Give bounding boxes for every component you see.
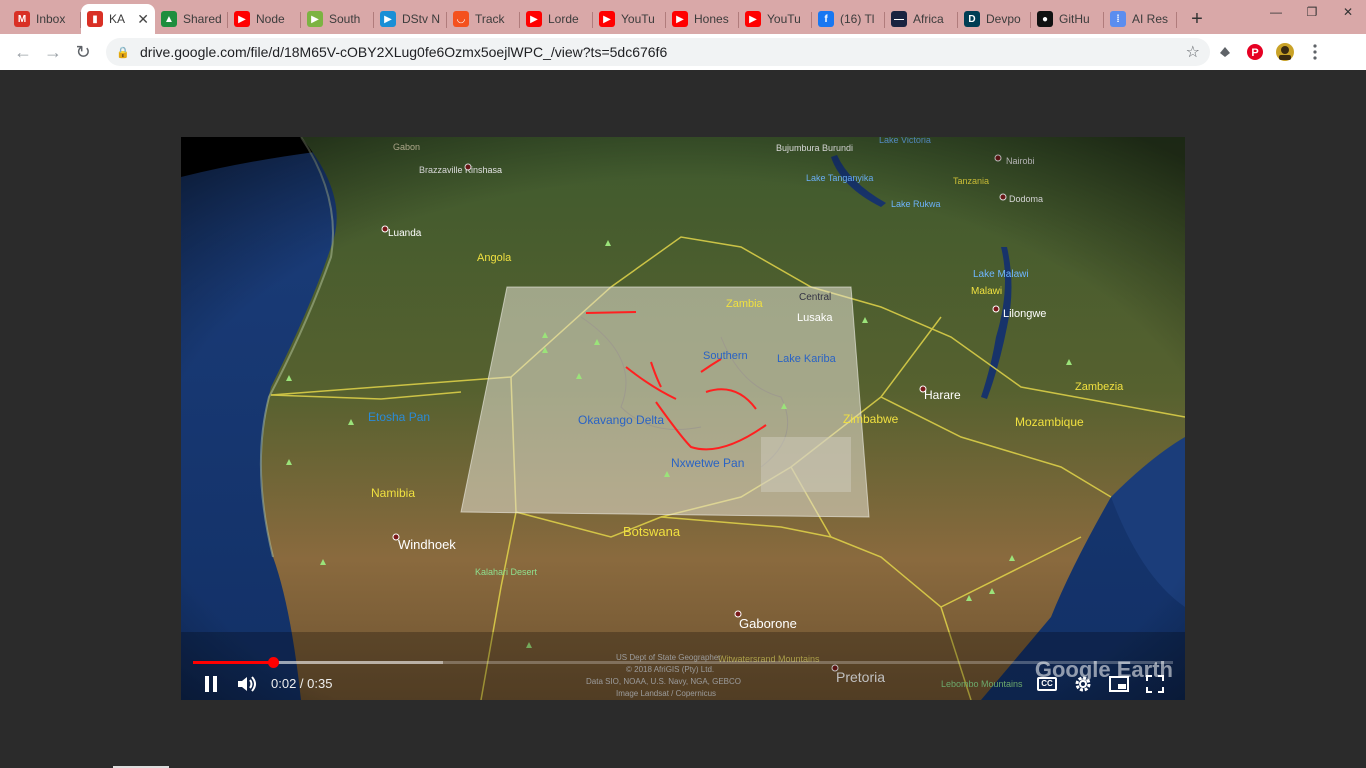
tab-label: AI Res (1132, 12, 1169, 26)
tab-label: Devpo (986, 12, 1021, 26)
tab-label: Hones (694, 12, 729, 26)
url-text: drive.google.com/file/d/18M65V-cOBY2XLug… (140, 44, 668, 60)
volume-button[interactable] (229, 669, 265, 699)
captions-button[interactable]: CC (1029, 669, 1065, 699)
tab-label: Inbox (36, 12, 66, 26)
youtube-icon: ▶ (234, 11, 250, 27)
tab-label: Lorde (548, 12, 579, 26)
tab-13[interactable]: D Devpo (958, 4, 1031, 34)
play-icon: ▶ (307, 11, 323, 27)
tab-close-icon[interactable]: ✕ (137, 11, 149, 28)
tab-list: M Inbox ▮ KA ✕ ▲ Shared ▶ Node ▶ South ▶ DStv N ◡ Trac… (8, 4, 1177, 34)
tab-12[interactable]: — Africa (885, 4, 958, 34)
bookmark-star-icon[interactable]: ☆ (1186, 42, 1200, 62)
gear-icon (1075, 676, 1091, 691)
address-bar[interactable]: 🔒 drive.google.com/file/d/18M65V-cOBY2XL… (106, 38, 1210, 66)
player-controls: 0:02 / 0:35 CC (181, 667, 1185, 700)
ai-res-icon: ⁞ (1110, 11, 1126, 27)
miniplayer-icon (1109, 675, 1129, 692)
new-tab-button[interactable]: + (1183, 4, 1211, 34)
menu-kebab-icon[interactable] (1300, 37, 1330, 67)
tab-8[interactable]: ▶ YouTu (593, 4, 666, 34)
tab-3[interactable]: ▶ Node (228, 4, 301, 34)
profile-avatar[interactable] (1270, 37, 1300, 67)
window-controls: — ❐ ✕ (1258, 0, 1366, 24)
tracker-icon: ◡ (453, 11, 469, 27)
tab-label: DStv N (402, 12, 441, 26)
devpost-icon: D (964, 11, 980, 27)
tab-label: Shared (183, 12, 222, 26)
tab-4[interactable]: ▶ South (301, 4, 374, 34)
tab-0[interactable]: M Inbox (8, 4, 81, 34)
pinterest-icon[interactable]: P (1240, 37, 1270, 67)
restore-button[interactable]: ❐ (1294, 0, 1330, 24)
tab-strip: M Inbox ▮ KA ✕ ▲ Shared ▶ Node ▶ South ▶ DStv N ◡ Trac… (0, 0, 1366, 34)
dstv-icon: ▶ (380, 11, 396, 27)
tab-14[interactable]: ● GitHu (1031, 4, 1104, 34)
pause-button[interactable] (193, 669, 229, 699)
youtube-icon: ▶ (745, 11, 761, 27)
volume-icon (238, 675, 256, 692)
forward-button[interactable]: → (38, 37, 68, 67)
lock-icon: 🔒 (116, 46, 130, 59)
browser-toolbar: ← → ↻ 🔒 drive.google.com/file/d/18M65V-c… (0, 34, 1366, 70)
video-player[interactable]: Gabon Brazzaville Kinshasa Bujumbura Bur… (181, 137, 1185, 700)
tab-label: YouTu (767, 12, 801, 26)
tab-5[interactable]: ▶ DStv N (374, 4, 447, 34)
close-window-button[interactable]: ✕ (1330, 0, 1366, 24)
clapper-icon: ▮ (87, 11, 103, 27)
captions-icon: CC (1037, 676, 1057, 691)
tab-10[interactable]: ▶ YouTu (739, 4, 812, 34)
progress-bar[interactable] (193, 657, 1173, 668)
africa-icon: — (891, 11, 907, 27)
tab-11[interactable]: f (16) Tl (812, 4, 885, 34)
tab-label: Node (256, 12, 285, 26)
miniplayer-button[interactable] (1101, 669, 1137, 699)
tab-1[interactable]: ▮ KA ✕ (81, 4, 155, 34)
drive-icon: ▲ (161, 11, 177, 27)
fullscreen-button[interactable] (1137, 669, 1173, 699)
tab-15[interactable]: ⁞ AI Res (1104, 4, 1177, 34)
time-display: 0:02 / 0:35 (271, 676, 333, 691)
reload-button[interactable]: ↻ (68, 37, 98, 67)
tab-label: GitHu (1059, 12, 1090, 26)
youtube-icon: ▶ (599, 11, 615, 27)
fullscreen-icon (1146, 674, 1164, 693)
settings-button[interactable] (1065, 669, 1101, 699)
tab-label: Africa (913, 12, 944, 26)
youtube-icon: ▶ (526, 11, 542, 27)
tab-2[interactable]: ▲ Shared (155, 4, 228, 34)
pause-icon (205, 675, 217, 692)
extension-shield-icon[interactable] (1210, 37, 1240, 67)
progress-played (193, 661, 274, 664)
map-frame: Gabon Brazzaville Kinshasa Bujumbura Bur… (181, 137, 1185, 700)
back-button[interactable]: ← (8, 37, 38, 67)
tab-9[interactable]: ▶ Hones (666, 4, 739, 34)
gmail-icon: M (14, 11, 30, 27)
youtube-icon: ▶ (672, 11, 688, 27)
tab-label: YouTu (621, 12, 655, 26)
facebook-icon: f (818, 11, 834, 27)
svg-text:P: P (1251, 47, 1258, 59)
tab-7[interactable]: ▶ Lorde (520, 4, 593, 34)
minimize-button[interactable]: — (1258, 0, 1294, 24)
tab-label: KA (109, 12, 126, 26)
github-icon: ● (1037, 11, 1053, 27)
tab-label: (16) Tl (840, 12, 875, 26)
tab-label: South (329, 12, 361, 26)
tab-label: Track (475, 12, 505, 26)
tab-6[interactable]: ◡ Track (447, 4, 520, 34)
